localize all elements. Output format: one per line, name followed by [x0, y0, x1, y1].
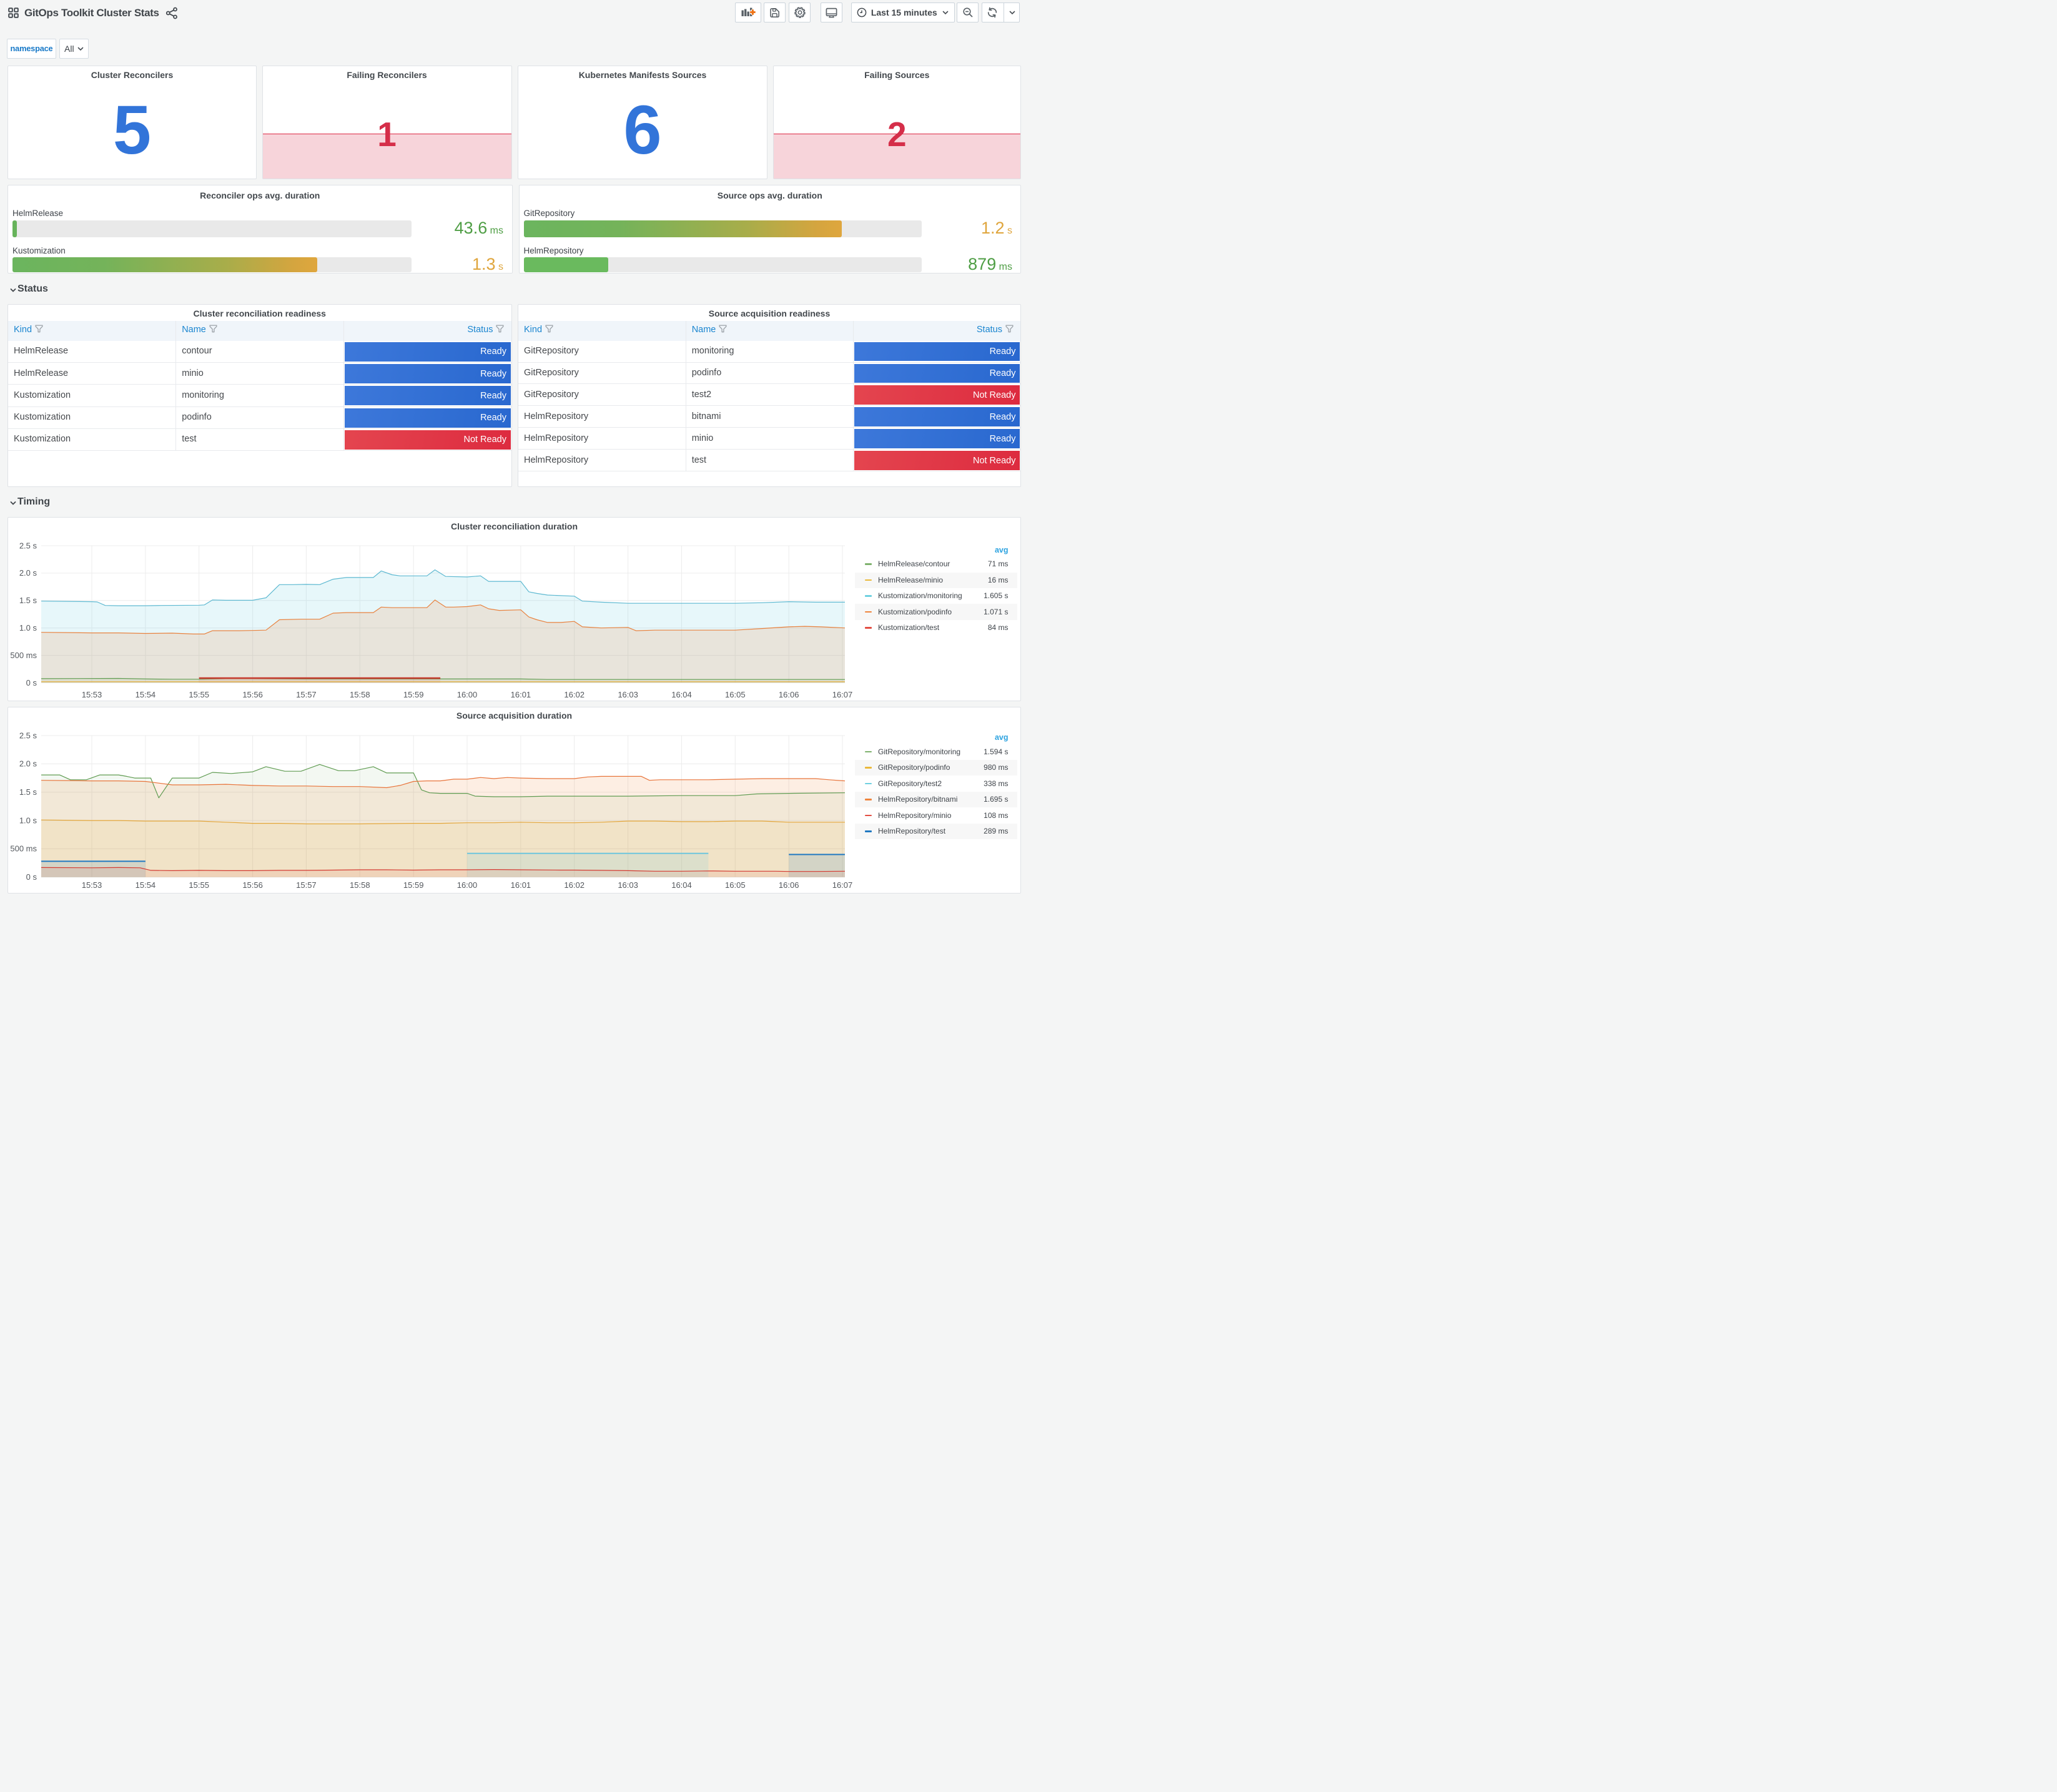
svg-text:16:04: 16:04 [671, 880, 692, 890]
svg-text:16:00: 16:00 [457, 880, 478, 890]
svg-text:15:55: 15:55 [189, 880, 209, 890]
svg-text:2.5 s: 2.5 s [19, 731, 37, 740]
svg-text:16:03: 16:03 [618, 690, 638, 699]
svg-text:16:05: 16:05 [725, 690, 746, 699]
svg-text:1.0 s: 1.0 s [19, 623, 37, 633]
svg-text:15:54: 15:54 [136, 880, 156, 890]
svg-text:16:00: 16:00 [457, 690, 478, 699]
svg-text:0 s: 0 s [26, 872, 37, 882]
svg-text:15:59: 15:59 [403, 880, 424, 890]
svg-text:16:03: 16:03 [618, 880, 638, 890]
svg-text:16:06: 16:06 [779, 690, 799, 699]
svg-text:16:01: 16:01 [511, 690, 531, 699]
svg-text:1.5 s: 1.5 s [19, 787, 37, 797]
svg-text:2.0 s: 2.0 s [19, 759, 37, 768]
svg-text:15:57: 15:57 [296, 880, 317, 890]
svg-text:16:05: 16:05 [725, 880, 746, 890]
svg-text:15:55: 15:55 [189, 690, 209, 699]
svg-text:16:07: 16:07 [832, 880, 853, 890]
svg-text:16:06: 16:06 [779, 880, 799, 890]
svg-text:16:04: 16:04 [671, 690, 692, 699]
svg-text:500 ms: 500 ms [10, 651, 37, 660]
svg-text:1.5 s: 1.5 s [19, 596, 37, 605]
svg-text:15:58: 15:58 [350, 880, 370, 890]
svg-text:16:01: 16:01 [511, 880, 531, 890]
svg-text:15:56: 15:56 [242, 880, 263, 890]
svg-text:0 s: 0 s [26, 678, 37, 687]
svg-text:15:59: 15:59 [403, 690, 424, 699]
svg-text:16:02: 16:02 [564, 690, 585, 699]
svg-text:15:57: 15:57 [296, 690, 317, 699]
svg-text:15:58: 15:58 [350, 690, 370, 699]
svg-text:2.5 s: 2.5 s [19, 541, 37, 550]
svg-text:15:54: 15:54 [136, 690, 156, 699]
svg-text:1.0 s: 1.0 s [19, 815, 37, 825]
svg-text:15:53: 15:53 [82, 690, 102, 699]
svg-text:15:56: 15:56 [242, 690, 263, 699]
svg-text:16:02: 16:02 [564, 880, 585, 890]
svg-text:15:53: 15:53 [82, 880, 102, 890]
svg-text:16:07: 16:07 [832, 690, 853, 699]
svg-text:2.0 s: 2.0 s [19, 568, 37, 578]
svg-text:500 ms: 500 ms [10, 844, 37, 853]
